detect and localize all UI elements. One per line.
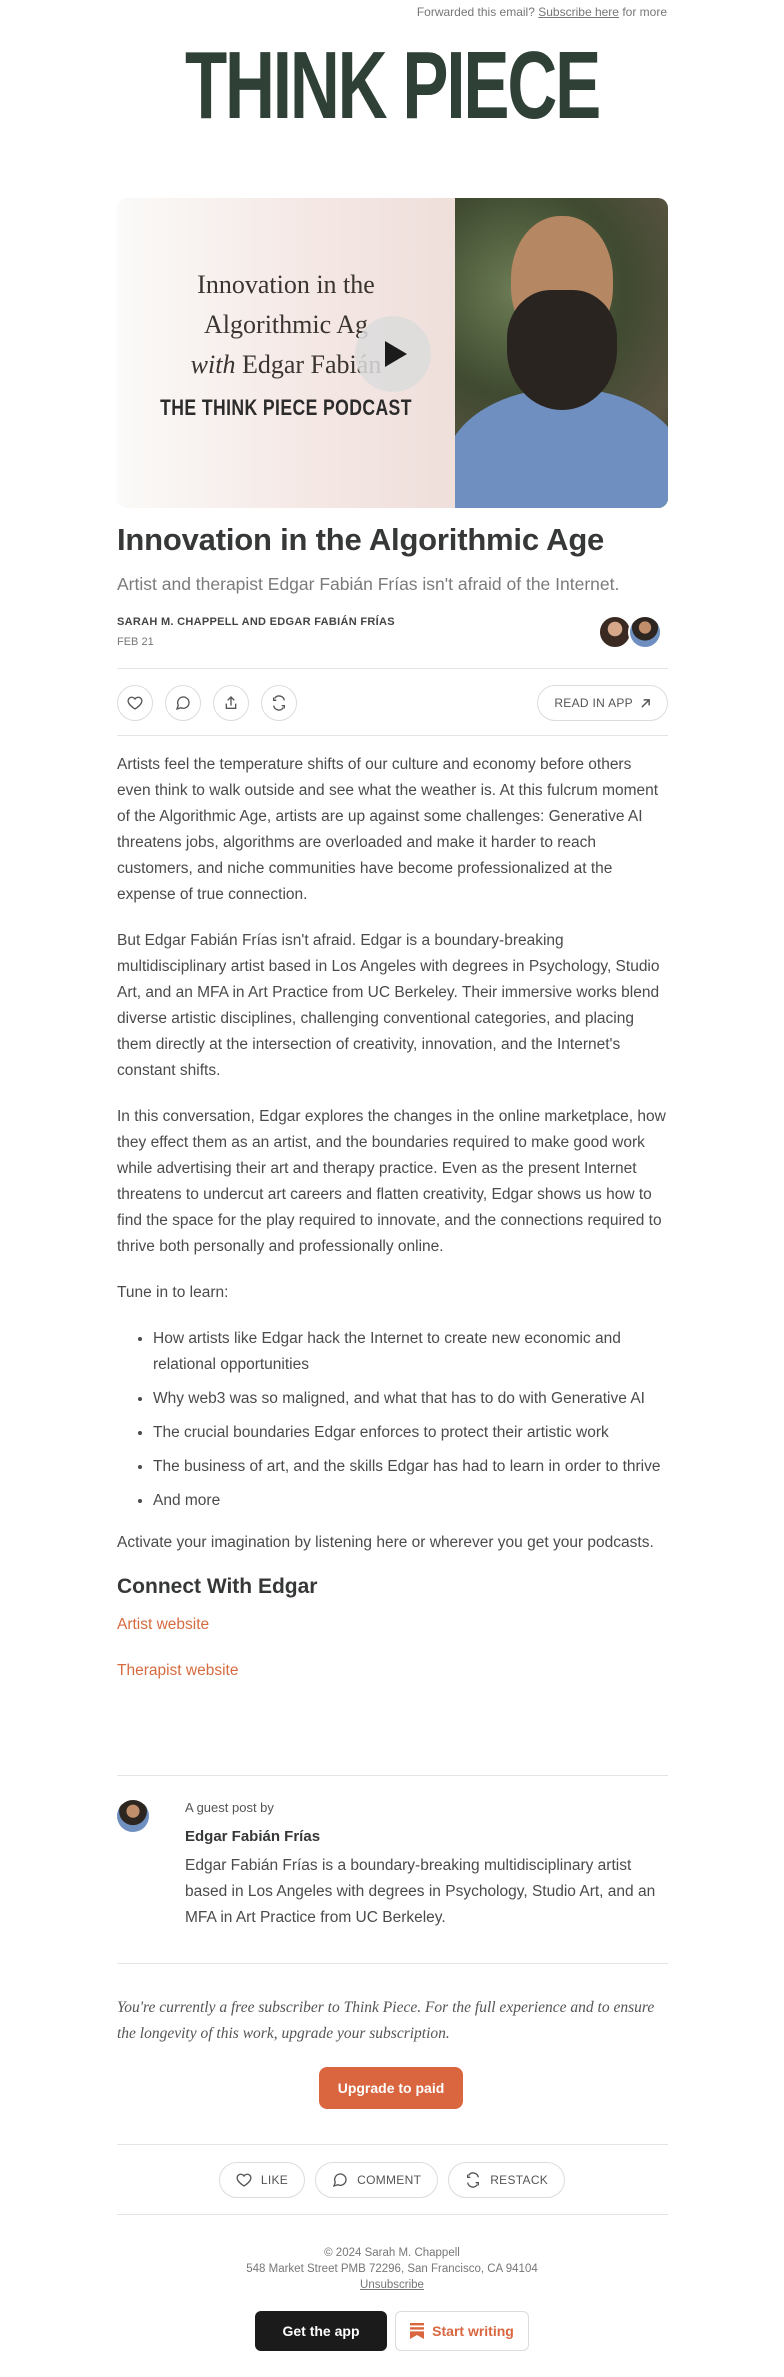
list-item: And more xyxy=(153,1488,668,1514)
divider xyxy=(117,2214,668,2215)
guest-label: A guest post by xyxy=(185,1800,274,1815)
list-item: The business of art, and the skills Edga… xyxy=(153,1454,668,1480)
subscription-note: You're currently a free subscriber to Th… xyxy=(117,1999,655,2042)
forwarded-prefix: Forwarded this email? xyxy=(416,5,535,19)
guest-bio: Edgar Fabián Frías is a boundary-breakin… xyxy=(185,1857,656,1926)
paragraph: Tune in to learn: xyxy=(117,1284,229,1301)
comment-icon xyxy=(333,2173,347,2188)
post-subtitle: Artist and therapist Edgar Fabián Frías … xyxy=(117,574,620,594)
avatar[interactable] xyxy=(117,1800,149,1832)
guest-name[interactable]: Edgar Fabián Frías xyxy=(185,1828,668,1845)
paragraph: Artists feel the temperature shifts of o… xyxy=(117,756,659,903)
comment-button[interactable]: COMMENT xyxy=(315,2162,439,2198)
comment-icon xyxy=(175,696,190,711)
share-icon xyxy=(225,696,237,709)
list-item: How artists like Edgar hack the Internet… xyxy=(153,1326,668,1378)
restack-label: RESTACK xyxy=(490,2173,549,2187)
comment-label: COMMENT xyxy=(357,2173,422,2187)
arrow-up-right-icon xyxy=(641,698,650,708)
paragraph: But Edgar Fabián Frías isn't afraid. Edg… xyxy=(117,932,660,1079)
substack-logo-icon xyxy=(410,2323,425,2339)
copyright: © 2024 Sarah M. Chappell xyxy=(324,2247,460,2259)
paragraph: Activate your imagination by listening h… xyxy=(117,1534,654,1551)
restack-button[interactable] xyxy=(261,685,297,721)
play-icon xyxy=(385,341,407,367)
artist-website-link[interactable]: Artist website xyxy=(117,1612,668,1638)
address: 548 Market Street PMB 72296, San Francis… xyxy=(246,2263,538,2275)
divider xyxy=(117,735,668,736)
forwarded-suffix: for more xyxy=(622,5,667,19)
bullet-list: How artists like Edgar hack the Internet… xyxy=(153,1326,668,1514)
start-writing-label: Start writing xyxy=(432,2323,514,2339)
share-button[interactable] xyxy=(213,685,249,721)
email-page: Forwarded this email? Subscribe here for… xyxy=(0,0,784,2377)
play-button[interactable] xyxy=(355,316,431,392)
post-date: FEB 21 xyxy=(117,636,154,648)
post-body: Artists feel the temperature shifts of o… xyxy=(117,752,668,1684)
heart-icon xyxy=(127,696,143,710)
restack-button[interactable]: RESTACK xyxy=(448,2162,566,2198)
footer: © 2024 Sarah M. Chappell 548 Market Stre… xyxy=(0,2245,784,2293)
divider xyxy=(117,668,668,669)
hero-video[interactable]: Innovation in the Algorithmic Ag with Ed… xyxy=(117,198,668,508)
divider xyxy=(117,2144,668,2145)
app-buttons: Get the app Start writing xyxy=(0,2311,784,2351)
subscribe-link[interactable]: Subscribe here xyxy=(538,5,619,19)
author-avatars[interactable] xyxy=(598,615,662,649)
therapist-website-link[interactable]: Therapist website xyxy=(117,1658,668,1684)
restack-icon xyxy=(273,695,285,711)
avatar[interactable] xyxy=(628,615,662,649)
read-in-app-label: READ IN APP xyxy=(554,696,633,710)
bottom-actions: LIKE COMMENT RESTACK xyxy=(0,2162,784,2198)
hero-line-1: Innovation in the xyxy=(197,270,375,299)
paragraph: In this conversation, Edgar explores the… xyxy=(117,1108,666,1255)
forwarded-notice: Forwarded this email? Subscribe here for… xyxy=(417,5,667,19)
guest-info: A guest post by Edgar Fabián Frías Edgar… xyxy=(185,1800,668,1931)
restack-icon xyxy=(467,2172,480,2188)
like-button[interactable]: LIKE xyxy=(218,2162,306,2198)
list-item: The crucial boundaries Edgar enforces to… xyxy=(153,1420,668,1446)
post-title[interactable]: Innovation in the Algorithmic Age xyxy=(117,522,668,558)
hero-line-3-em: with xyxy=(190,350,236,379)
divider xyxy=(117,1963,668,1964)
list-item: Why web3 was so maligned, and what that … xyxy=(153,1386,668,1412)
comment-button[interactable] xyxy=(165,685,201,721)
like-label: LIKE xyxy=(260,2173,289,2187)
heart-icon xyxy=(236,2173,252,2187)
connect-heading: Connect With Edgar xyxy=(117,1575,318,1598)
get-the-app-button[interactable]: Get the app xyxy=(255,2311,387,2351)
upgrade-button[interactable]: Upgrade to paid xyxy=(319,2067,463,2109)
start-writing-button[interactable]: Start writing xyxy=(395,2311,529,2351)
unsubscribe-link[interactable]: Unsubscribe xyxy=(0,2277,784,2293)
hero-podcast-name: THE THINK PIECE PODCAST xyxy=(160,395,412,420)
divider xyxy=(117,1775,668,1776)
publication-logo[interactable]: THINK PIECE xyxy=(110,38,674,134)
hero-portrait xyxy=(455,198,668,508)
avatar[interactable] xyxy=(598,615,632,649)
post-byline[interactable]: SARAH M. CHAPPELL AND EDGAR FABIÁN FRÍAS xyxy=(117,616,668,628)
read-in-app-button[interactable]: READ IN APP xyxy=(537,685,668,721)
post-actions: READ IN APP xyxy=(117,685,668,721)
like-button[interactable] xyxy=(117,685,153,721)
portrait-beard xyxy=(507,290,617,410)
